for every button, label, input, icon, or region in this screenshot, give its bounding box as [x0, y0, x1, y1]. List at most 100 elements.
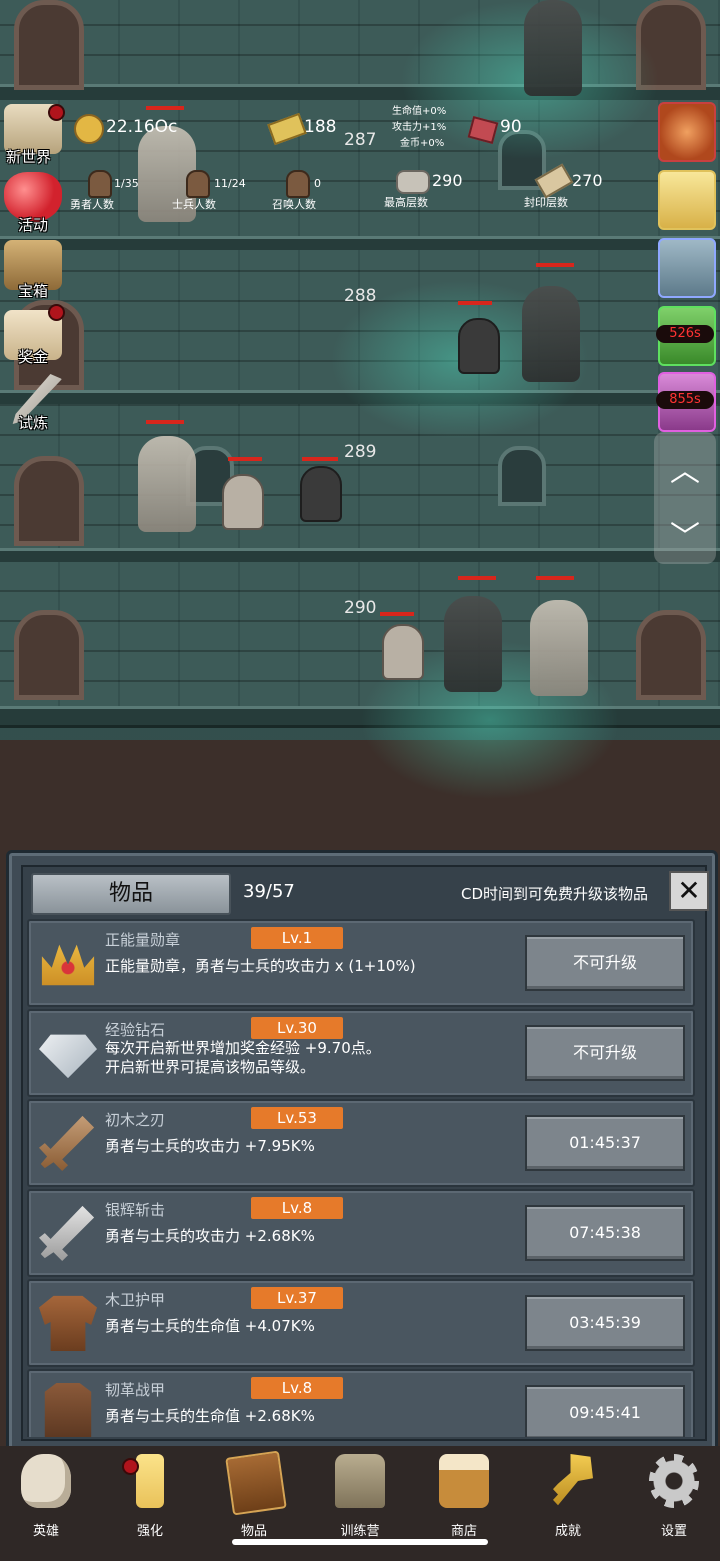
item-desc: 勇者与士兵的攻击力 +2.68K% — [105, 1227, 315, 1245]
pumpkin-icon[interactable] — [658, 102, 716, 162]
floor-wall — [0, 404, 720, 554]
wood-sword-icon — [39, 1115, 95, 1171]
nav-label: 强化 — [136, 1524, 163, 1539]
enemy-hp-bar — [228, 457, 262, 461]
item-row: 正能量勋章 Lv.1 正能量勋章，勇者与士兵的攻击力 x (1+10%) 不可升… — [27, 919, 695, 1007]
enemy-hp-bar — [146, 106, 184, 110]
gem-amount: 90 — [500, 117, 522, 137]
nav-training[interactable]: 训练营 — [320, 1450, 400, 1539]
item-desc: 勇者与士兵的攻击力 +7.95K% — [105, 1137, 315, 1155]
window — [498, 446, 546, 506]
floor-number: 288 — [344, 286, 377, 306]
enemy-hp-bar — [536, 576, 574, 580]
ghost-enemy[interactable] — [458, 318, 500, 374]
item-name: 银辉斩击 — [105, 1201, 166, 1219]
nav-settings[interactable]: 设置 — [634, 1450, 714, 1539]
upgrade-timer-button[interactable]: 01:45:37 — [525, 1115, 685, 1171]
upgrade-button[interactable]: 不可升级 — [525, 935, 685, 991]
buff-timer: 855s — [656, 391, 714, 409]
nav-label: 训练营 — [340, 1524, 380, 1539]
wood-armor-icon — [39, 1295, 97, 1351]
candle-buff-icon[interactable] — [658, 170, 716, 230]
top-floor-icon — [396, 170, 430, 194]
floor-number: 287 — [344, 130, 377, 150]
reaper-enemy[interactable] — [444, 596, 502, 692]
nav-shop[interactable]: 商店 — [424, 1450, 504, 1539]
summon-icon — [286, 170, 310, 198]
home-indicator[interactable] — [232, 1539, 488, 1545]
item-desc: 正能量勋章，勇者与士兵的攻击力 x (1+10%) — [105, 957, 416, 975]
item-name: 经验钻石 — [105, 1021, 166, 1039]
close-button[interactable]: ✕ — [669, 871, 709, 911]
door — [14, 0, 84, 90]
gold-bar-amount: 188 — [304, 117, 337, 137]
items-list[interactable]: 正能量勋章 Lv.1 正能量勋章，勇者与士兵的攻击力 x (1+10%) 不可升… — [27, 919, 699, 1437]
nav-enhance[interactable]: 强化 — [110, 1450, 190, 1539]
items-count: 39/57 — [243, 881, 295, 902]
seal-floor-value: 270 — [572, 171, 603, 190]
upgrade-timer-button[interactable]: 07:45:38 — [525, 1205, 685, 1261]
soldier-count-label: 士兵人数 — [172, 198, 216, 211]
reaper-enemy[interactable] — [524, 0, 582, 96]
notification-dot — [48, 104, 65, 121]
key-icon — [553, 1454, 593, 1506]
summon-count: 0 — [314, 177, 321, 190]
door — [14, 456, 84, 546]
hero-icon — [88, 170, 112, 198]
nav-items[interactable]: 物品 — [214, 1450, 294, 1539]
enemy-hp-bar — [302, 457, 338, 461]
top-floor-value: 290 — [432, 171, 463, 190]
item-level: Lv.8 — [251, 1197, 343, 1219]
floor-scroll-control: ︿ ﹀ — [654, 432, 716, 564]
item-level: Lv.30 — [251, 1017, 343, 1039]
item-name: 正能量勋章 — [105, 931, 181, 949]
floor-number: 289 — [344, 442, 377, 462]
item-name: 木卫护甲 — [105, 1291, 166, 1309]
nav-label: 设置 — [660, 1524, 687, 1539]
nav-label: 商店 — [450, 1524, 477, 1539]
nav-achievements[interactable]: 成就 — [528, 1450, 608, 1539]
seal-floor-label: 封印层数 — [524, 196, 568, 209]
menu-label: 新世界 — [6, 148, 52, 166]
item-name: 初木之刃 — [105, 1111, 166, 1129]
cart-buff-icon[interactable] — [658, 238, 716, 298]
upgrade-timer-button[interactable]: 09:45:41 — [525, 1385, 685, 1437]
enemy-hp-bar — [458, 576, 496, 580]
gear-icon — [649, 1454, 699, 1508]
scroll-up-icon[interactable]: ︿ — [654, 446, 716, 490]
hero-count: 1/35 — [114, 177, 139, 190]
scroll-down-icon[interactable]: ﹀ — [654, 512, 716, 556]
diamond-icon — [39, 1034, 97, 1079]
panel-title: 物品 — [31, 873, 231, 915]
item-row: 木卫护甲 Lv.37 勇者与士兵的生命值 +4.07K% 03:45:39 — [27, 1279, 695, 1367]
silver-sword-icon — [39, 1205, 95, 1261]
lantern-icon — [335, 1454, 385, 1508]
upgrade-button[interactable]: 不可升级 — [525, 1025, 685, 1081]
ghost-enemy[interactable] — [300, 466, 342, 522]
reaper-enemy[interactable] — [530, 600, 588, 696]
item-level: Lv.37 — [251, 1287, 343, 1309]
reaper-enemy[interactable] — [522, 286, 580, 382]
enemy-hp-bar — [458, 301, 492, 305]
floor-number: 290 — [344, 598, 377, 618]
item-desc: 勇者与士兵的生命值 +2.68K% — [105, 1407, 315, 1425]
item-level: Lv.8 — [251, 1377, 343, 1399]
nav-label: 英雄 — [32, 1524, 59, 1539]
item-level: Lv.1 — [251, 927, 343, 949]
item-desc-line: 开启新世界可提高该物品等级。 — [105, 1058, 316, 1076]
nav-heroes[interactable]: 英雄 — [6, 1450, 86, 1539]
items-panel-body: 物品 39/57 CD时间到可免费升级该物品 ✕ 正能量勋章 Lv.1 正能量勋… — [21, 865, 709, 1441]
notification-dot — [48, 304, 65, 321]
door — [636, 610, 706, 700]
gold-coin-icon — [74, 114, 104, 144]
item-level: Lv.53 — [251, 1107, 343, 1129]
upgrade-timer-button[interactable]: 03:45:39 — [525, 1295, 685, 1351]
ghost-enemy[interactable] — [222, 474, 264, 530]
soldier-icon — [186, 170, 210, 198]
enemy-hp-bar — [536, 263, 574, 267]
reaper-enemy[interactable] — [138, 436, 196, 532]
menu-label: 试炼 — [18, 414, 49, 432]
item-desc-line: 每次开启新世界增加奖金经验 +9.70点。 — [105, 1039, 381, 1057]
ghost-enemy[interactable] — [382, 624, 424, 680]
hero-count-label: 勇者人数 — [70, 198, 114, 211]
